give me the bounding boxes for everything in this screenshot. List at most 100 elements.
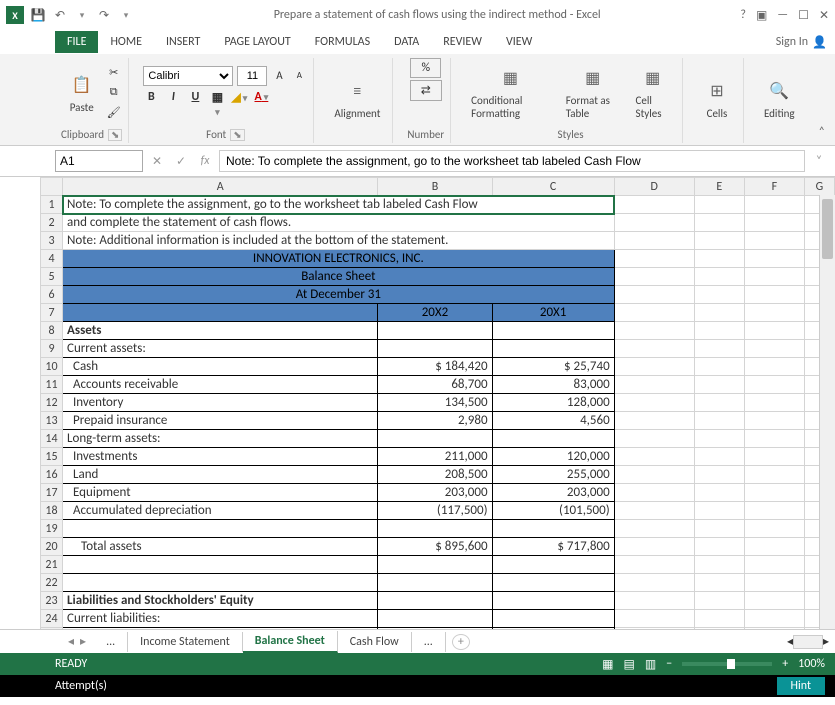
accept-formula-icon[interactable]: ✓: [171, 154, 191, 169]
tab-page-layout[interactable]: PAGE LAYOUT: [212, 31, 302, 53]
cut-icon[interactable]: ✂: [106, 64, 122, 80]
tab-formulas[interactable]: FORMULAS: [303, 31, 382, 53]
maximize-icon[interactable]: ☐: [798, 8, 809, 23]
cell[interactable]: (101,500): [492, 502, 614, 520]
row-header[interactable]: 10: [41, 358, 63, 376]
cell[interactable]: Note: Additional information is included…: [63, 232, 615, 250]
sign-in-link[interactable]: Sign In👤: [776, 35, 827, 50]
col-header[interactable]: G: [804, 178, 834, 196]
row-header[interactable]: 4: [41, 250, 63, 268]
undo-dropdown-icon[interactable]: [74, 7, 90, 23]
cell[interactable]: Note: To complete the assignment, go to …: [63, 196, 615, 214]
clipboard-launcher-icon[interactable]: ⬊: [108, 129, 122, 141]
shrink-font-icon[interactable]: A: [291, 68, 307, 84]
row-header[interactable]: 1: [41, 196, 63, 214]
grow-font-icon[interactable]: A: [271, 68, 287, 84]
help-icon[interactable]: ?: [740, 8, 746, 22]
cancel-formula-icon[interactable]: ✕: [147, 154, 167, 169]
zoom-level[interactable]: 100%: [798, 657, 825, 671]
cell[interactable]: 68,700: [378, 376, 492, 394]
row-header[interactable]: 23: [41, 592, 63, 610]
cell[interactable]: 203,000: [378, 484, 492, 502]
cell[interactable]: 208,500: [378, 466, 492, 484]
paste-button[interactable]: 📋 Paste: [62, 69, 102, 116]
cell[interactable]: Equipment: [63, 484, 378, 502]
row-header[interactable]: 5: [41, 268, 63, 286]
save-icon[interactable]: 💾: [30, 7, 46, 23]
tab-data[interactable]: DATA: [382, 31, 431, 53]
cell[interactable]: 134,500: [378, 394, 492, 412]
row-header[interactable]: 14: [41, 430, 63, 448]
row-header[interactable]: 18: [41, 502, 63, 520]
row-header[interactable]: 17: [41, 484, 63, 502]
row-header[interactable]: 13: [41, 412, 63, 430]
cell[interactable]: 120,000: [492, 448, 614, 466]
cell[interactable]: Balance Sheet: [63, 268, 615, 286]
cell[interactable]: Long-term assets:: [63, 430, 378, 448]
row-header[interactable]: 22: [41, 574, 63, 592]
format-as-table-button[interactable]: ▦Format as Table: [560, 62, 626, 122]
view-normal-icon[interactable]: ▦: [602, 657, 613, 672]
formula-input[interactable]: [219, 150, 805, 172]
cell[interactable]: 211,000: [378, 448, 492, 466]
tab-file[interactable]: FILE: [55, 31, 98, 53]
row-header[interactable]: 19: [41, 520, 63, 538]
borders-icon[interactable]: ▦: [209, 90, 225, 119]
cell[interactable]: 203,000: [492, 484, 614, 502]
sheet-tab[interactable]: ...: [412, 632, 446, 652]
qat-customize-icon[interactable]: [118, 7, 134, 23]
cell[interactable]: Accumulated depreciation: [63, 502, 378, 520]
cell[interactable]: $ 26,500: [378, 628, 492, 630]
cell[interactable]: Assets: [63, 322, 378, 340]
row-header[interactable]: 3: [41, 232, 63, 250]
format-painter-icon[interactable]: 🖌: [106, 104, 122, 120]
row-header[interactable]: 7: [41, 304, 63, 322]
tab-home[interactable]: HOME: [98, 31, 154, 53]
hint-button[interactable]: Hint: [777, 677, 825, 695]
row-header[interactable]: 12: [41, 394, 63, 412]
expand-formula-icon[interactable]: ˅: [809, 154, 829, 168]
cell[interactable]: and complete the statement of cash flows…: [63, 214, 615, 232]
worksheet-grid[interactable]: A B C D E F G 1Note: To complete the ass…: [0, 177, 835, 629]
row-header[interactable]: 25: [41, 628, 63, 630]
cell[interactable]: 255,000: [492, 466, 614, 484]
row-header[interactable]: 8: [41, 322, 63, 340]
cell[interactable]: Liabilities and Stockholders' Equity: [63, 592, 378, 610]
bold-button[interactable]: B: [143, 90, 159, 119]
alignment-button[interactable]: ≡ Alignment: [328, 75, 386, 122]
tab-view[interactable]: VIEW: [494, 31, 544, 53]
undo-icon[interactable]: ↶: [52, 7, 68, 23]
zoom-slider[interactable]: [682, 662, 772, 666]
ribbon-options-icon[interactable]: ▣: [756, 8, 767, 23]
redo-icon[interactable]: ↷: [96, 7, 112, 23]
cells-button[interactable]: ⊞Cells: [697, 75, 737, 122]
row-header[interactable]: 9: [41, 340, 63, 358]
tab-review[interactable]: REVIEW: [431, 31, 494, 53]
view-pagelayout-icon[interactable]: ▤: [624, 657, 635, 672]
row-header[interactable]: 2: [41, 214, 63, 232]
italic-button[interactable]: I: [165, 90, 181, 119]
percent-button[interactable]: %: [410, 58, 441, 78]
font-color-icon[interactable]: A: [253, 90, 269, 119]
cell[interactable]: 4,560: [492, 412, 614, 430]
underline-button[interactable]: U: [187, 90, 203, 119]
conditional-formatting-button[interactable]: ▦Conditional Formatting: [465, 62, 556, 122]
cell[interactable]: $ 25,740: [492, 358, 614, 376]
font-name-select[interactable]: Calibri: [143, 66, 233, 86]
cell[interactable]: Current assets:: [63, 340, 378, 358]
new-sheet-icon[interactable]: +: [452, 634, 470, 650]
col-header[interactable]: D: [614, 178, 694, 196]
cell[interactable]: $ 895,600: [378, 538, 492, 556]
row-header[interactable]: 15: [41, 448, 63, 466]
view-pagebreak-icon[interactable]: ▥: [645, 657, 656, 672]
sheet-nav-prev-icon[interactable]: ◂: [68, 634, 74, 649]
row-header[interactable]: 11: [41, 376, 63, 394]
zoom-out-icon[interactable]: −: [666, 657, 672, 671]
cell[interactable]: Investments: [63, 448, 378, 466]
font-size-input[interactable]: [237, 66, 267, 86]
cell-styles-button[interactable]: ▦Cell Styles: [630, 62, 676, 122]
select-all-corner[interactable]: [41, 178, 63, 196]
cell[interactable]: Inventory: [63, 394, 378, 412]
cell[interactable]: Land: [63, 466, 378, 484]
tab-insert[interactable]: INSERT: [154, 31, 212, 53]
